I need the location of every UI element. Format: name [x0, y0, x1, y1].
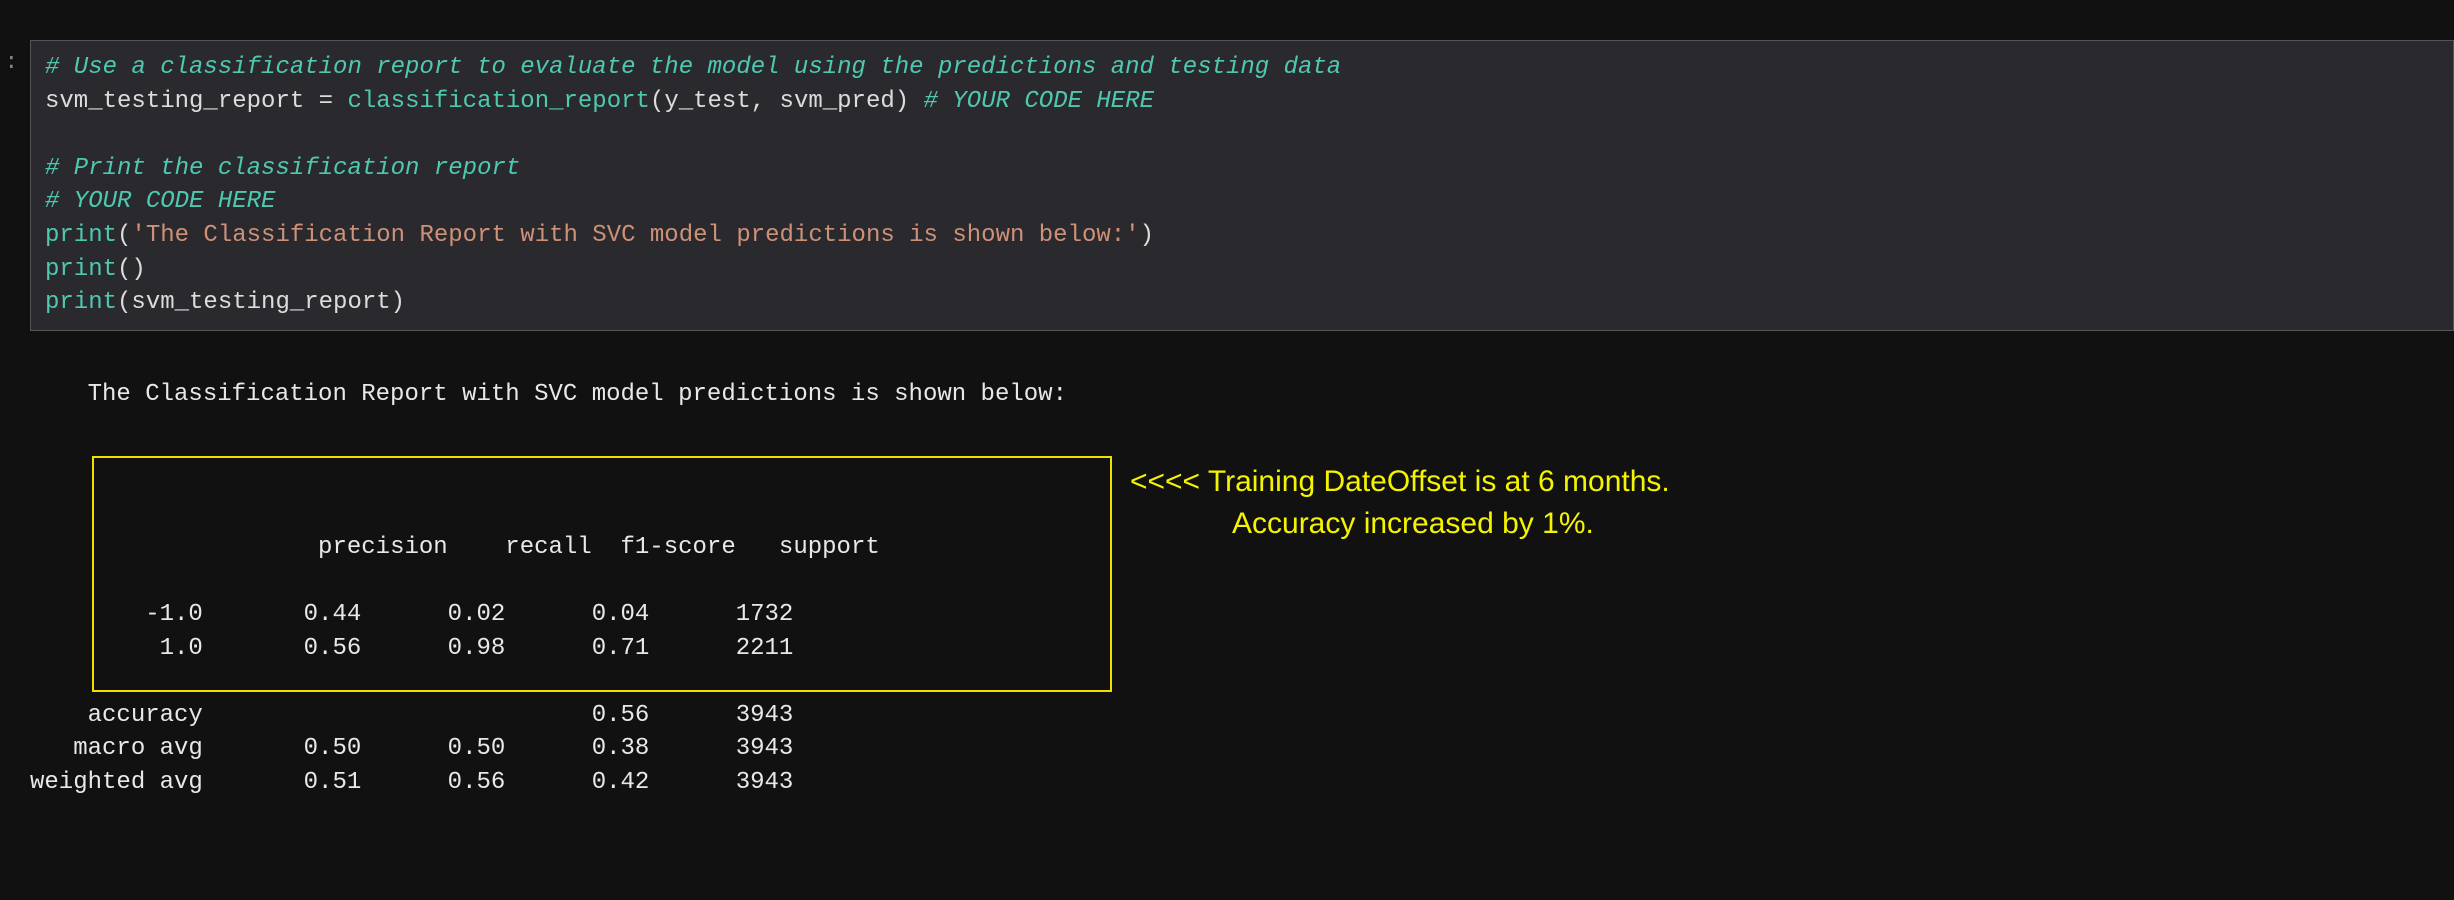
- code-print-1: print: [45, 222, 117, 249]
- code-comment-2: # Print the classification report: [45, 155, 520, 182]
- code-comment-1: # Use a classification report to evaluat…: [45, 54, 1341, 81]
- code-cell[interactable]: # Use a classification report to evaluat…: [30, 40, 2454, 331]
- code-paren-close: ): [1140, 222, 1154, 249]
- annotation-line-2: Accuracy increased by 1%.: [1130, 503, 1670, 545]
- output-area: The Classification Report with SVC model…: [0, 331, 2454, 900]
- report-row-1: -1.0 0.44 0.02 0.04 1732: [30, 601, 793, 628]
- input-cell-row: : # Use a classification report to evalu…: [0, 40, 2454, 331]
- code-print-3: print: [45, 289, 117, 316]
- code-empty-parens: (): [117, 256, 146, 283]
- code-print-2: print: [45, 256, 117, 283]
- report-weighted-avg: weighted avg 0.51 0.56 0.42 3943: [30, 769, 793, 796]
- code-comment-inline: # YOUR CODE HERE: [924, 88, 1154, 115]
- code-args: (y_test, svm_pred): [650, 88, 924, 115]
- report-header: precision recall f1-score support: [116, 534, 879, 561]
- classification-report: <<<< Training DateOffset is at 6 months.…: [30, 464, 2454, 834]
- annotation-line-1: <<<< Training DateOffset is at 6 months.: [1130, 461, 1670, 503]
- report-row-2: 1.0 0.56 0.98 0.71 2211: [30, 635, 793, 662]
- output-heading: The Classification Report with SVC model…: [88, 381, 1067, 408]
- annotation: <<<< Training DateOffset is at 6 months.…: [1130, 461, 1670, 545]
- code-func-classification-report: classification_report: [333, 88, 650, 115]
- code-comment-3: # YOUR CODE HERE: [45, 188, 275, 215]
- input-prompt: :: [0, 40, 18, 75]
- code-string: 'The Classification Report with SVC mode…: [131, 222, 1139, 249]
- code-print-args: (svm_testing_report): [117, 289, 405, 316]
- code-paren-open: (: [117, 222, 131, 249]
- notebook-container: : # Use a classification report to evalu…: [0, 0, 2454, 900]
- code-eq: =: [319, 88, 333, 115]
- code-var: svm_testing_report: [45, 88, 319, 115]
- report-accuracy: accuracy 0.56 3943: [30, 702, 793, 729]
- report-macro-avg: macro avg 0.50 0.50 0.38 3943: [30, 735, 793, 762]
